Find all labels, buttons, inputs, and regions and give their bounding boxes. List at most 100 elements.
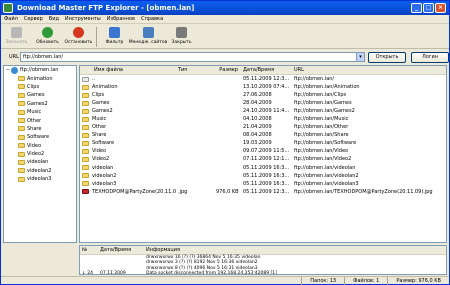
folder-icon	[82, 156, 89, 162]
row-name-text: Clips	[92, 92, 105, 99]
menu-server[interactable]: Сервер	[21, 16, 46, 22]
tree-item[interactable]: Video	[4, 142, 76, 150]
col-date[interactable]: Дата/Время	[241, 67, 292, 73]
status-size: Размер: 976,0 KB	[387, 277, 449, 285]
title-bar[interactable]: Download Master FTP Explorer - [obmen.la…	[1, 1, 449, 15]
row-name: videolan3	[80, 181, 176, 187]
login-button[interactable]: Логин	[411, 51, 449, 63]
status-bar: Папок: 13 Файлов: 1 Размер: 976,0 KB	[1, 276, 449, 285]
minimize-button[interactable]: _	[411, 3, 422, 13]
tree-item[interactable]: videolan3	[4, 175, 76, 183]
table-row[interactable]: TEXHODPOM@PartyZone(20.11.09).jpg.jpg 976…	[80, 188, 446, 196]
log-row[interactable]: ↓ 24 07.11.2009 17:51:55 Data socket disco…	[80, 270, 446, 275]
tree-item[interactable]: Music	[4, 108, 76, 116]
tree-item[interactable]: Games2	[4, 100, 76, 108]
menu-help[interactable]: Справка	[138, 16, 166, 22]
table-row[interactable]: Music 04.10.2008 ftp://obmen.lan/Music	[80, 115, 446, 123]
url-dropdown-icon[interactable]: ▾	[356, 53, 364, 61]
row-date: 04.10.2008	[243, 116, 272, 123]
menu-file[interactable]: Файл	[1, 16, 21, 22]
tree-item[interactable]: Animation	[4, 74, 76, 82]
table-row[interactable]: Animation 13.10.2009 07:4... ftp://obmen.l…	[80, 83, 446, 91]
log-col-num[interactable]: №	[80, 247, 100, 253]
refresh-button[interactable]: Обновить	[32, 25, 63, 48]
maximize-button[interactable]: □	[423, 3, 434, 13]
menu-tools[interactable]: Инструменты	[62, 16, 104, 22]
folder-icon	[18, 159, 25, 165]
tree-root[interactable]: − ftp://obmen.lan	[4, 66, 76, 74]
tree-item-label: Games2	[27, 100, 48, 107]
table-row[interactable]: .. 05.11.2009 12:3... ftp://obmen.lan/	[80, 75, 446, 83]
refresh-icon	[42, 27, 53, 38]
table-row[interactable]: Video2 07.11.2009 12:1... ftp://obmen.lan/…	[80, 155, 446, 163]
tree-item[interactable]: Share	[4, 125, 76, 133]
row-url: ftp://obmen.lan/Software	[294, 140, 357, 147]
tree-root-label: ftp://obmen.lan	[20, 67, 59, 74]
table-row[interactable]: videolan3 05.11.2009 16:3... ftp://obmen.l…	[80, 180, 446, 188]
tree-item[interactable]: Software	[4, 133, 76, 141]
folder-icon	[18, 84, 25, 90]
row-name: Animation	[80, 84, 176, 90]
table-row[interactable]: videolan 05.11.2009 16:3... ftp://obmen.la…	[80, 164, 446, 172]
col-type[interactable]: Тип	[176, 67, 214, 73]
log-info: Data socket disconnected from 192.168.24…	[146, 270, 277, 275]
url-value: ftp://obmen.lan/	[23, 54, 64, 60]
site-manager-button[interactable]: Менедж. сайтов	[128, 25, 168, 48]
row-name-text: videolan2	[92, 172, 117, 179]
row-name-text: Share	[92, 132, 107, 139]
file-list[interactable]: Имя файла Тип Размер Дата/Время URL .. 05…	[79, 65, 447, 243]
row-name-text: videolan	[92, 164, 114, 171]
log-header: № Дата/Время Информация	[80, 246, 446, 255]
table-row[interactable]: Other 21.04.2009 ftp://obmen.lan/Other	[80, 123, 446, 131]
folder-icon	[82, 140, 89, 146]
col-name[interactable]: Имя файла	[80, 67, 176, 73]
col-size[interactable]: Размер	[214, 67, 241, 73]
row-name: Video2	[80, 156, 176, 162]
tree-item[interactable]: Games	[4, 91, 76, 99]
tree-item[interactable]: Video2	[4, 150, 76, 158]
upload-icon	[11, 27, 22, 38]
close-button[interactable]: Закрыть	[166, 25, 197, 48]
folder-icon	[18, 151, 25, 157]
table-row[interactable]: Software 19.03.2009 ftp://obmen.lan/Softwa…	[80, 139, 446, 147]
tree-item[interactable]: videolan2	[4, 167, 76, 175]
table-row[interactable]: Games2 24.10.2009 11:4... ftp://obmen.lan/…	[80, 107, 446, 115]
folder-tree[interactable]: − ftp://obmen.lan Animation Clips Games …	[3, 65, 77, 243]
table-row[interactable]: Video 09.07.2009 11:5... ftp://obmen.lan/V…	[80, 147, 446, 155]
tree-item[interactable]: Other	[4, 116, 76, 124]
table-row[interactable]: Share 08.04.2008 ftp://obmen.lan/Share	[80, 131, 446, 139]
row-name: Share	[80, 132, 176, 138]
table-row[interactable]: Games 28.04.2009 ftp://obmen.lan/Games	[80, 99, 446, 107]
row-name-text: Other	[92, 124, 107, 131]
row-date: 07.11.2009 12:1...	[243, 156, 290, 163]
log-col-info[interactable]: Информация	[146, 247, 436, 253]
col-url[interactable]: URL	[292, 67, 442, 73]
menu-view[interactable]: Вид	[46, 16, 62, 22]
menu-favorites[interactable]: Избранное	[104, 16, 138, 22]
tree-item[interactable]: Clips	[4, 83, 76, 91]
row-name-text: Video	[92, 148, 107, 155]
log-panel[interactable]: № Дата/Время Информация drwxrwxrwx 16 (?…	[79, 245, 447, 275]
filter-button[interactable]: Фильтр	[99, 25, 130, 48]
table-row[interactable]: Clips 27.06.2008 ftp://obmen.lan/Clips	[80, 91, 446, 99]
url-input[interactable]: ftp://obmen.lan/ ▾	[20, 52, 365, 62]
row-name: Games2	[80, 108, 176, 114]
row-url: ftp://obmen.lan/Animation	[294, 84, 360, 91]
tree-item-label: Video	[27, 142, 42, 149]
row-name: videolan	[80, 165, 176, 171]
row-date: 28.04.2009	[243, 100, 272, 107]
folder-icon	[18, 109, 25, 115]
site-manager-label: Менедж. сайтов	[128, 40, 168, 45]
window-title: Download Master FTP Explorer - [obmen.la…	[17, 4, 195, 12]
folder-icon	[18, 101, 25, 107]
tree-item-label: Share	[27, 125, 42, 132]
upload-button[interactable]: Закачать	[1, 25, 32, 48]
close-window-button[interactable]: ×	[435, 3, 446, 13]
stop-button[interactable]: Остановить	[63, 25, 94, 48]
row-url: ftp://obmen.lan/TEXHODPOM@PartyZone(20.1…	[294, 188, 433, 195]
open-button[interactable]: Открыть	[368, 51, 406, 63]
tree-item-label: Games	[27, 92, 45, 99]
tree-item[interactable]: videolan	[4, 158, 76, 166]
table-row[interactable]: videolan2 05.11.2009 16:3... ftp://obmen.l…	[80, 172, 446, 180]
log-col-time[interactable]: Дата/Время	[100, 247, 146, 253]
